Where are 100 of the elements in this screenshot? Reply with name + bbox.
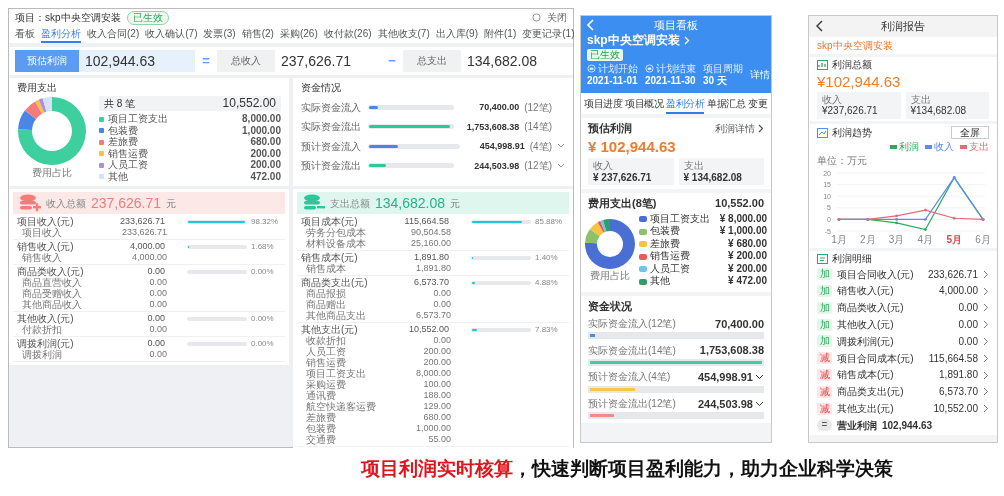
- item-name: 劳务分包成本: [306, 227, 367, 239]
- tab[interactable]: 出入库(9): [435, 27, 478, 43]
- legend-label: 利润: [899, 141, 919, 153]
- back-icon[interactable]: [816, 20, 824, 33]
- tab[interactable]: 变更: [748, 97, 767, 115]
- item-name: 收款折扣: [306, 335, 347, 347]
- x-tick-label[interactable]: 2月: [860, 234, 876, 246]
- legend-label: 项目工资支出: [108, 113, 169, 125]
- group-amount: 0.00: [146, 266, 165, 278]
- item-amount: 0.00: [148, 288, 167, 300]
- tab[interactable]: 收入确认(7): [145, 27, 198, 43]
- chevron-right-icon[interactable]: [758, 124, 764, 134]
- x-tick-label[interactable]: 4月: [917, 234, 934, 246]
- expense-label: 支出: [910, 93, 932, 106]
- item-amount: 0.00: [148, 277, 167, 289]
- row-label: 其他收入(元): [837, 318, 895, 331]
- row-label: 其他支出(元): [837, 402, 895, 415]
- card-title: 利润明细: [832, 253, 872, 265]
- chevron-down-icon[interactable]: [755, 374, 764, 381]
- item-name: 差旅费: [306, 412, 337, 424]
- plan-label: 项目周期: [703, 62, 743, 75]
- chart-caption: 费用占比: [590, 270, 630, 282]
- coins-icon: [303, 194, 325, 213]
- tab[interactable]: 收入合同(2): [87, 27, 140, 43]
- chevron-down-icon[interactable]: [755, 400, 764, 407]
- item-name: 人员工资: [306, 346, 347, 358]
- x-tick-label[interactable]: 5月: [946, 234, 962, 246]
- percent-value: 4.88%: [535, 277, 559, 289]
- legend-label: 销售运费: [650, 250, 691, 263]
- legend-amount: 472.00: [250, 170, 281, 183]
- item-amount: 4,000.00: [130, 252, 167, 264]
- item-amount: 6,573.70: [414, 310, 451, 322]
- x-tick-label[interactable]: 6月: [975, 234, 989, 246]
- x-tick-label[interactable]: 3月: [888, 234, 905, 246]
- card-title: 资金状况: [588, 299, 633, 313]
- percent-value: 0.00%: [251, 266, 275, 278]
- item-name: 交通费: [306, 434, 337, 446]
- item-amount: 188.00: [422, 390, 451, 402]
- tab[interactable]: 发票(3): [203, 27, 236, 43]
- close-icon[interactable]: [532, 13, 541, 23]
- screen-title: 利润报告: [881, 20, 925, 33]
- legend-amount: 200.00: [250, 159, 281, 171]
- row-badge: 减: [817, 385, 832, 398]
- legend-amount: 1,000.00: [242, 124, 281, 137]
- fund-amount: 454,998.91: [697, 370, 753, 384]
- item-amount: 8,000.00: [414, 368, 451, 380]
- group-name: 商品类支出(元): [301, 277, 369, 289]
- item-amount: 25,160.00: [409, 238, 451, 250]
- card-total: 237,626.71: [91, 195, 162, 212]
- item-amount: 0.00: [148, 324, 167, 336]
- tab[interactable]: 单据汇总: [707, 97, 745, 115]
- tab[interactable]: 项目进度: [584, 97, 622, 115]
- row-label: 项目合同成本(元): [837, 352, 915, 364]
- item-name: 商品直营收入: [22, 277, 83, 289]
- row-amount: 6,573.70: [939, 386, 978, 398]
- profit-details-link[interactable]: 利润详情: [715, 123, 755, 135]
- tab[interactable]: 盈利分析: [666, 97, 704, 115]
- fund-count: (4笔): [529, 140, 552, 153]
- expense-value: 134,682.08: [466, 53, 538, 70]
- expense-label: 总支出: [402, 50, 461, 72]
- item-amount: 55.00: [427, 434, 451, 446]
- profit-amount: ¥ 102,944.63: [588, 138, 677, 156]
- tab[interactable]: 附件(1): [484, 27, 517, 43]
- currency-unit: 元: [166, 197, 177, 210]
- tab[interactable]: 销售(2): [241, 27, 274, 43]
- row-amount: 0.00: [958, 302, 978, 314]
- tab[interactable]: 收付款(26): [323, 27, 372, 43]
- item-name: 付款折扣: [22, 324, 63, 336]
- currency-unit: 元: [450, 197, 461, 210]
- close-button[interactable]: 关闭: [547, 12, 567, 24]
- fund-label: 实际资金流入(12笔): [588, 318, 676, 330]
- total-value: 10,552.00: [222, 96, 276, 111]
- tab[interactable]: 采购(26): [279, 27, 318, 43]
- tab[interactable]: 盈利分析: [41, 27, 81, 43]
- item-name: 通讯费: [306, 390, 336, 402]
- tab[interactable]: 变更记录(1): [522, 27, 575, 43]
- x-tick-label[interactable]: 1月: [831, 234, 847, 246]
- row-label: 商品类收入(元): [837, 302, 905, 314]
- legend-label: 差旅费: [650, 237, 681, 251]
- trend-icon: [817, 127, 828, 138]
- list-icon: [817, 254, 828, 265]
- tab[interactable]: 其他收支(7): [377, 27, 430, 43]
- project-name: 项目：skp中央空调安装: [15, 12, 121, 24]
- tab[interactable]: 看板: [15, 27, 35, 43]
- row-badge: 减: [817, 402, 832, 415]
- row-label: 调拨利润(元): [837, 335, 895, 348]
- fund-count: (12笔): [524, 160, 552, 172]
- item-amount: 0.00: [432, 335, 451, 347]
- group-name: 商品类收入(元): [17, 266, 85, 278]
- item-name: 销售成本: [306, 263, 347, 275]
- legend-amount: ¥ 1,000.00: [719, 225, 767, 238]
- row-badge: 加: [817, 318, 832, 331]
- tab[interactable]: 项目概况: [625, 97, 663, 115]
- legend-amount: ¥ 8,000.00: [719, 212, 767, 226]
- row-amount: 233,626.71: [927, 268, 978, 281]
- group-name: 项目成本(元): [301, 216, 358, 228]
- fullscreen-button[interactable]: 全屏: [951, 125, 989, 140]
- count-label: 共 8 笔: [104, 97, 136, 110]
- expense-value: ¥ 134,682.08: [683, 171, 743, 184]
- fund-label: 实际资金流入: [301, 101, 362, 114]
